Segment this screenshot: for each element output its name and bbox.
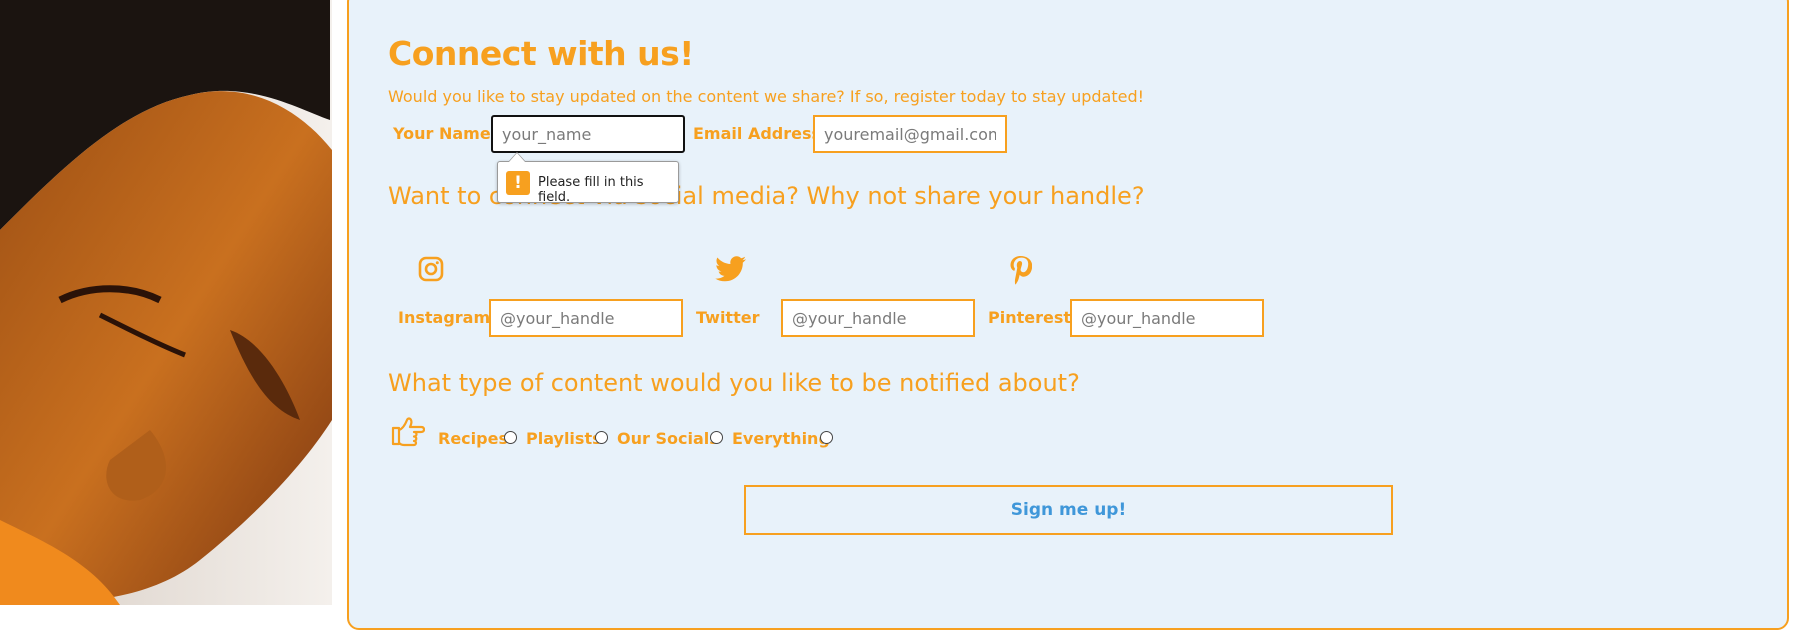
instagram-input[interactable] bbox=[489, 299, 683, 337]
sign-up-button[interactable]: Sign me up! bbox=[744, 485, 1393, 535]
email-input[interactable] bbox=[813, 115, 1007, 153]
warning-icon: ! bbox=[506, 171, 530, 195]
pinterest-label: Pinterest bbox=[988, 308, 1072, 327]
page-title: Connect with us! bbox=[388, 34, 694, 73]
email-label: Email Address: bbox=[693, 124, 828, 143]
option-playlists-radio[interactable] bbox=[595, 431, 608, 444]
option-everything-radio[interactable] bbox=[820, 431, 833, 444]
option-recipes-label: Recipes bbox=[438, 429, 508, 448]
name-label: Your Name: bbox=[393, 124, 498, 143]
option-recipes-radio[interactable] bbox=[504, 431, 517, 444]
twitter-icon bbox=[715, 256, 747, 286]
instagram-label: Instagram bbox=[398, 308, 491, 327]
pinterest-icon bbox=[1008, 255, 1033, 289]
pinterest-input[interactable] bbox=[1070, 299, 1264, 337]
twitter-label: Twitter bbox=[696, 308, 760, 327]
option-socials-label: Our Socials bbox=[617, 429, 719, 448]
page-subtitle: Would you like to stay updated on the co… bbox=[388, 87, 1145, 106]
twitter-input[interactable] bbox=[781, 299, 975, 337]
instagram-icon bbox=[418, 256, 444, 286]
validation-tooltip: ! Please fill in this field. bbox=[497, 152, 679, 205]
option-everything-label: Everything bbox=[732, 429, 830, 448]
portrait-photo bbox=[0, 0, 332, 605]
validation-message: Please fill in this field. bbox=[538, 175, 644, 205]
option-playlists-label: Playlists bbox=[526, 429, 602, 448]
option-socials-radio[interactable] bbox=[710, 431, 723, 444]
name-input[interactable] bbox=[491, 115, 685, 153]
pointing-hand-icon bbox=[391, 417, 426, 451]
notify-heading: What type of content would you like to b… bbox=[388, 369, 1080, 397]
